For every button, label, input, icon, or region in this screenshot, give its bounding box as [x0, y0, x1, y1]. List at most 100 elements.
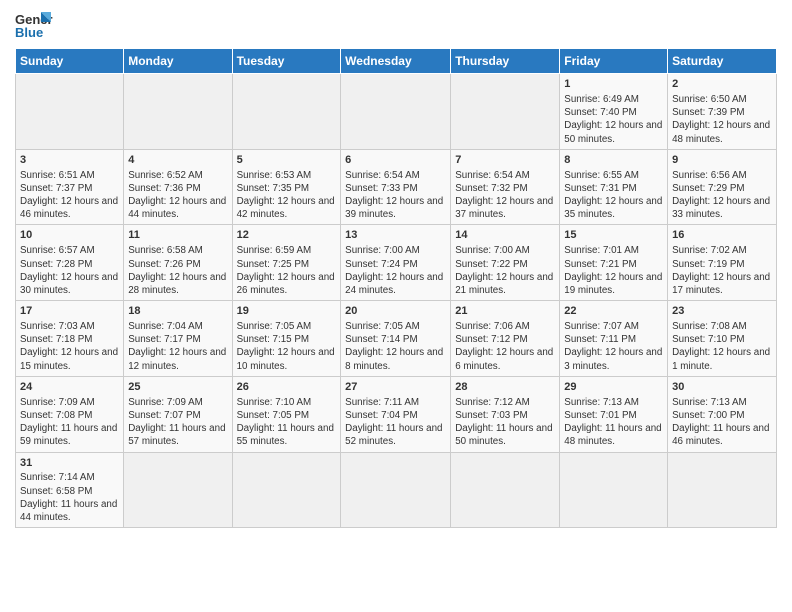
calendar-table: SundayMondayTuesdayWednesdayThursdayFrid… [15, 48, 777, 528]
day-info: Sunrise: 7:09 AM Sunset: 7:07 PM Dayligh… [128, 396, 227, 449]
calendar-cell: 1Sunrise: 6:49 AM Sunset: 7:40 PM Daylig… [560, 74, 668, 150]
logo: General Blue [15, 10, 53, 42]
day-number: 9 [672, 153, 772, 168]
day-number: 23 [672, 304, 772, 319]
calendar-cell: 10Sunrise: 6:57 AM Sunset: 7:28 PM Dayli… [16, 225, 124, 301]
calendar-cell: 22Sunrise: 7:07 AM Sunset: 7:11 PM Dayli… [560, 301, 668, 377]
calendar-cell: 5Sunrise: 6:53 AM Sunset: 7:35 PM Daylig… [232, 149, 341, 225]
day-number: 12 [237, 228, 337, 243]
day-info: Sunrise: 7:00 AM Sunset: 7:22 PM Dayligh… [455, 244, 555, 297]
day-info: Sunrise: 7:05 AM Sunset: 7:15 PM Dayligh… [237, 320, 337, 373]
calendar-cell: 9Sunrise: 6:56 AM Sunset: 7:29 PM Daylig… [668, 149, 777, 225]
calendar-cell: 14Sunrise: 7:00 AM Sunset: 7:22 PM Dayli… [451, 225, 560, 301]
day-number: 16 [672, 228, 772, 243]
day-info: Sunrise: 6:49 AM Sunset: 7:40 PM Dayligh… [564, 93, 663, 146]
day-info: Sunrise: 6:50 AM Sunset: 7:39 PM Dayligh… [672, 93, 772, 146]
calendar-cell: 28Sunrise: 7:12 AM Sunset: 7:03 PM Dayli… [451, 376, 560, 452]
day-header-sunday: Sunday [16, 49, 124, 74]
day-info: Sunrise: 6:52 AM Sunset: 7:36 PM Dayligh… [128, 169, 227, 222]
day-info: Sunrise: 7:01 AM Sunset: 7:21 PM Dayligh… [564, 244, 663, 297]
calendar-week-1: 3Sunrise: 6:51 AM Sunset: 7:37 PM Daylig… [16, 149, 777, 225]
calendar-cell: 25Sunrise: 7:09 AM Sunset: 7:07 PM Dayli… [124, 376, 232, 452]
day-number: 28 [455, 380, 555, 395]
day-info: Sunrise: 6:54 AM Sunset: 7:32 PM Dayligh… [455, 169, 555, 222]
day-info: Sunrise: 7:09 AM Sunset: 7:08 PM Dayligh… [20, 396, 119, 449]
calendar-cell: 24Sunrise: 7:09 AM Sunset: 7:08 PM Dayli… [16, 376, 124, 452]
day-header-thursday: Thursday [451, 49, 560, 74]
day-info: Sunrise: 7:13 AM Sunset: 7:01 PM Dayligh… [564, 396, 663, 449]
day-number: 6 [345, 153, 446, 168]
calendar-week-4: 24Sunrise: 7:09 AM Sunset: 7:08 PM Dayli… [16, 376, 777, 452]
day-number: 19 [237, 304, 337, 319]
calendar-cell: 2Sunrise: 6:50 AM Sunset: 7:39 PM Daylig… [668, 74, 777, 150]
day-number: 14 [455, 228, 555, 243]
day-number: 29 [564, 380, 663, 395]
day-number: 11 [128, 228, 227, 243]
calendar-cell [560, 452, 668, 528]
calendar-week-5: 31Sunrise: 7:14 AM Sunset: 6:58 PM Dayli… [16, 452, 777, 528]
calendar-cell: 26Sunrise: 7:10 AM Sunset: 7:05 PM Dayli… [232, 376, 341, 452]
day-info: Sunrise: 6:55 AM Sunset: 7:31 PM Dayligh… [564, 169, 663, 222]
day-header-saturday: Saturday [668, 49, 777, 74]
calendar-cell [124, 74, 232, 150]
calendar-cell: 18Sunrise: 7:04 AM Sunset: 7:17 PM Dayli… [124, 301, 232, 377]
day-info: Sunrise: 6:54 AM Sunset: 7:33 PM Dayligh… [345, 169, 446, 222]
day-info: Sunrise: 6:58 AM Sunset: 7:26 PM Dayligh… [128, 244, 227, 297]
day-number: 21 [455, 304, 555, 319]
day-number: 17 [20, 304, 119, 319]
day-info: Sunrise: 7:11 AM Sunset: 7:04 PM Dayligh… [345, 396, 446, 449]
calendar-cell [16, 74, 124, 150]
day-number: 15 [564, 228, 663, 243]
day-info: Sunrise: 7:02 AM Sunset: 7:19 PM Dayligh… [672, 244, 772, 297]
calendar-cell [451, 452, 560, 528]
day-info: Sunrise: 6:51 AM Sunset: 7:37 PM Dayligh… [20, 169, 119, 222]
calendar-cell [668, 452, 777, 528]
day-number: 26 [237, 380, 337, 395]
day-number: 10 [20, 228, 119, 243]
calendar-cell: 6Sunrise: 6:54 AM Sunset: 7:33 PM Daylig… [341, 149, 451, 225]
calendar-week-0: 1Sunrise: 6:49 AM Sunset: 7:40 PM Daylig… [16, 74, 777, 150]
day-number: 24 [20, 380, 119, 395]
calendar-cell: 23Sunrise: 7:08 AM Sunset: 7:10 PM Dayli… [668, 301, 777, 377]
day-header-tuesday: Tuesday [232, 49, 341, 74]
calendar-cell [341, 74, 451, 150]
day-header-monday: Monday [124, 49, 232, 74]
day-number: 13 [345, 228, 446, 243]
day-number: 7 [455, 153, 555, 168]
calendar-cell: 11Sunrise: 6:58 AM Sunset: 7:26 PM Dayli… [124, 225, 232, 301]
calendar-week-3: 17Sunrise: 7:03 AM Sunset: 7:18 PM Dayli… [16, 301, 777, 377]
day-number: 20 [345, 304, 446, 319]
day-info: Sunrise: 6:59 AM Sunset: 7:25 PM Dayligh… [237, 244, 337, 297]
calendar-body: 1Sunrise: 6:49 AM Sunset: 7:40 PM Daylig… [16, 74, 777, 528]
day-number: 4 [128, 153, 227, 168]
calendar-cell [451, 74, 560, 150]
calendar-week-2: 10Sunrise: 6:57 AM Sunset: 7:28 PM Dayli… [16, 225, 777, 301]
day-info: Sunrise: 7:14 AM Sunset: 6:58 PM Dayligh… [20, 471, 119, 524]
calendar-cell: 16Sunrise: 7:02 AM Sunset: 7:19 PM Dayli… [668, 225, 777, 301]
day-number: 25 [128, 380, 227, 395]
calendar-cell: 29Sunrise: 7:13 AM Sunset: 7:01 PM Dayli… [560, 376, 668, 452]
calendar-cell: 19Sunrise: 7:05 AM Sunset: 7:15 PM Dayli… [232, 301, 341, 377]
day-info: Sunrise: 6:57 AM Sunset: 7:28 PM Dayligh… [20, 244, 119, 297]
calendar-cell [232, 452, 341, 528]
calendar-cell: 21Sunrise: 7:06 AM Sunset: 7:12 PM Dayli… [451, 301, 560, 377]
calendar-cell [124, 452, 232, 528]
calendar-cell: 20Sunrise: 7:05 AM Sunset: 7:14 PM Dayli… [341, 301, 451, 377]
day-number: 22 [564, 304, 663, 319]
calendar-cell: 4Sunrise: 6:52 AM Sunset: 7:36 PM Daylig… [124, 149, 232, 225]
day-info: Sunrise: 7:00 AM Sunset: 7:24 PM Dayligh… [345, 244, 446, 297]
day-info: Sunrise: 6:53 AM Sunset: 7:35 PM Dayligh… [237, 169, 337, 222]
calendar-cell: 12Sunrise: 6:59 AM Sunset: 7:25 PM Dayli… [232, 225, 341, 301]
logo-icon: General Blue [15, 10, 53, 42]
page-header: General Blue [15, 10, 777, 42]
day-number: 1 [564, 77, 663, 92]
day-header-wednesday: Wednesday [341, 49, 451, 74]
calendar-cell: 31Sunrise: 7:14 AM Sunset: 6:58 PM Dayli… [16, 452, 124, 528]
day-number: 3 [20, 153, 119, 168]
day-info: Sunrise: 7:06 AM Sunset: 7:12 PM Dayligh… [455, 320, 555, 373]
calendar-cell: 15Sunrise: 7:01 AM Sunset: 7:21 PM Dayli… [560, 225, 668, 301]
day-number: 5 [237, 153, 337, 168]
day-info: Sunrise: 7:13 AM Sunset: 7:00 PM Dayligh… [672, 396, 772, 449]
calendar-header-row: SundayMondayTuesdayWednesdayThursdayFrid… [16, 49, 777, 74]
svg-text:Blue: Blue [15, 25, 43, 40]
